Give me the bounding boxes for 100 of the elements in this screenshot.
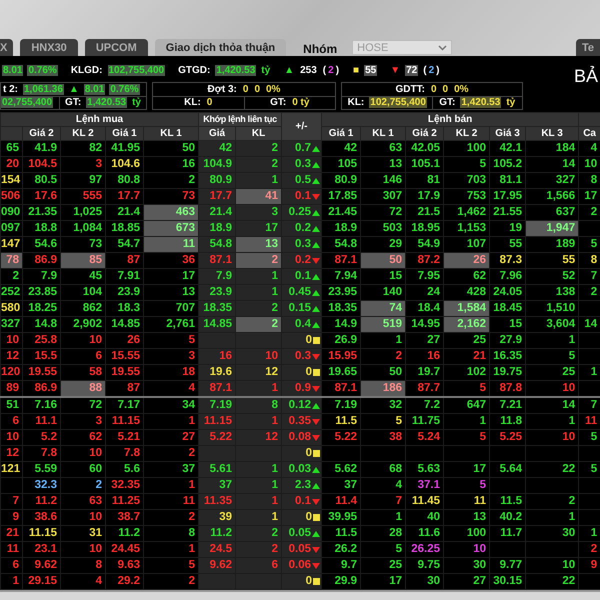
market-tab[interactable]: Te xyxy=(576,39,600,56)
change-value: 0 xyxy=(306,365,312,380)
price-cell: 104.5 xyxy=(22,156,60,172)
price-cell: 41.95 xyxy=(106,140,144,156)
stat-value: 1,061.36 xyxy=(23,84,64,95)
volume-cell: 138 xyxy=(526,284,579,300)
volume-cell: 52 xyxy=(526,268,579,284)
volume-cell: 7 xyxy=(578,268,600,284)
volume-cell: 753 xyxy=(444,188,490,204)
price-cell: 32.35 xyxy=(106,478,144,494)
price-cell: 5.22 xyxy=(322,430,361,446)
stat-value: 0 tỷ xyxy=(291,97,310,108)
stat-value: 0 xyxy=(430,84,438,95)
price-cell: 9.62 xyxy=(198,558,236,574)
column-header: Giá 1 xyxy=(106,126,144,140)
price-cell: 21.35 xyxy=(22,204,60,220)
price-cell: 11.25 xyxy=(106,494,144,510)
volume-cell: 22 xyxy=(526,462,579,478)
price-cell: 87.1 xyxy=(198,252,236,268)
change-value: 0.25 xyxy=(288,205,312,220)
stat-value: 0.76% xyxy=(109,84,140,95)
stat-label: ) xyxy=(435,64,440,76)
volume-cell: 2 xyxy=(578,284,600,300)
volume-cell: 12 xyxy=(236,364,282,380)
volume-cell: 72 xyxy=(360,204,406,220)
price-cell: 9.77 xyxy=(490,558,526,574)
price-cell: 54.8 xyxy=(198,236,236,252)
volume-cell: 41 xyxy=(236,188,282,204)
price-cell: 11.15 xyxy=(22,526,60,542)
price-cell: 19.7 xyxy=(406,364,444,380)
square-icon xyxy=(313,514,320,521)
volume-cell: 65 xyxy=(0,140,22,156)
stat-label: ) xyxy=(334,64,340,76)
price-cell: 11.8 xyxy=(490,414,526,430)
stat-value: 1,420.53 xyxy=(460,97,502,108)
volume-cell: 10 xyxy=(60,510,106,526)
market-tab[interactable]: Giao dịch thỏa thuận xyxy=(154,39,286,56)
market-tab[interactable]: UPCOM xyxy=(84,39,148,56)
down-triangle-icon xyxy=(312,192,320,200)
volume-cell: 10 xyxy=(0,332,22,348)
volume-cell: 1,566 xyxy=(526,188,579,204)
change-value: 0.12 xyxy=(288,398,312,413)
change-value: 0 xyxy=(306,510,312,525)
price-cell: 41.9 xyxy=(22,140,60,156)
price-cell: 7.95 xyxy=(406,268,444,284)
price-cell: 18.35 xyxy=(198,300,236,316)
price-cell: 54.9 xyxy=(406,236,444,252)
square-icon xyxy=(313,369,320,376)
price-cell: 18.45 xyxy=(490,300,526,316)
price-cell: 15.95 xyxy=(322,348,361,364)
price-cell: 39.95 xyxy=(322,510,361,526)
volume-cell: 60 xyxy=(60,462,106,478)
price-cell: 21.4 xyxy=(198,204,236,220)
price-cell: 24.5 xyxy=(198,542,236,558)
volume-cell: 862 xyxy=(60,300,106,316)
price-cell: 21.45 xyxy=(322,204,361,220)
volume-cell: 82 xyxy=(60,140,106,156)
column-header: KL 1 xyxy=(360,126,406,140)
volume-cell: 63 xyxy=(360,140,406,156)
price-cell: 5.59 xyxy=(22,462,60,478)
stat-value: 8.01 xyxy=(84,84,106,95)
change-value: 0.5 xyxy=(295,173,312,188)
volume-cell: 8 xyxy=(578,172,600,188)
change-value: 0 xyxy=(306,446,312,461)
volume-cell: 2 xyxy=(236,542,282,558)
volume-cell: 327 xyxy=(526,172,579,188)
change-value: 0.03 xyxy=(288,462,312,477)
change-value: 0.05 xyxy=(288,526,312,541)
stat-label: GT: xyxy=(269,97,288,108)
price-cell: 18.95 xyxy=(406,220,444,236)
price-cell: 87.3 xyxy=(490,252,526,268)
column-header: Giá xyxy=(198,126,236,140)
volume-cell: 45 xyxy=(60,268,106,284)
market-tab[interactable]: X xyxy=(0,39,14,56)
price-cell: 7.94 xyxy=(322,268,361,284)
stat-value: ▲ xyxy=(68,84,80,95)
price-cell: 14.85 xyxy=(106,316,144,332)
stat-value: 72 xyxy=(405,64,418,76)
volume-cell: 503 xyxy=(360,220,406,236)
volume-cell: 5 xyxy=(444,156,490,172)
price-cell: 26.2 xyxy=(322,542,361,558)
volume-cell: 21 xyxy=(444,348,490,364)
price-cell: 11.15 xyxy=(198,414,236,430)
volume-cell: 8 xyxy=(60,558,106,574)
stat-label: KLGD: xyxy=(70,64,104,76)
price-cell: 11.2 xyxy=(22,494,60,510)
price-cell: 26.9 xyxy=(322,332,361,348)
group-label: Nhóm xyxy=(303,42,338,56)
price-cell: 5.64 xyxy=(490,462,526,478)
market-tab[interactable]: HNX30 xyxy=(20,39,78,56)
price-cell: 17.85 xyxy=(322,188,361,204)
stat-value: 1,420.53 xyxy=(215,64,256,76)
volume-cell: 85 xyxy=(60,252,106,268)
volume-cell: 11 xyxy=(578,414,600,430)
volume-cell: 25 xyxy=(444,332,490,348)
price-cell: 7.17 xyxy=(106,397,144,414)
volume-cell: 1 xyxy=(444,414,490,430)
volume-cell: 5 xyxy=(526,348,579,364)
volume-cell: 32 xyxy=(360,397,406,414)
stat-value: tỷ xyxy=(260,64,272,76)
